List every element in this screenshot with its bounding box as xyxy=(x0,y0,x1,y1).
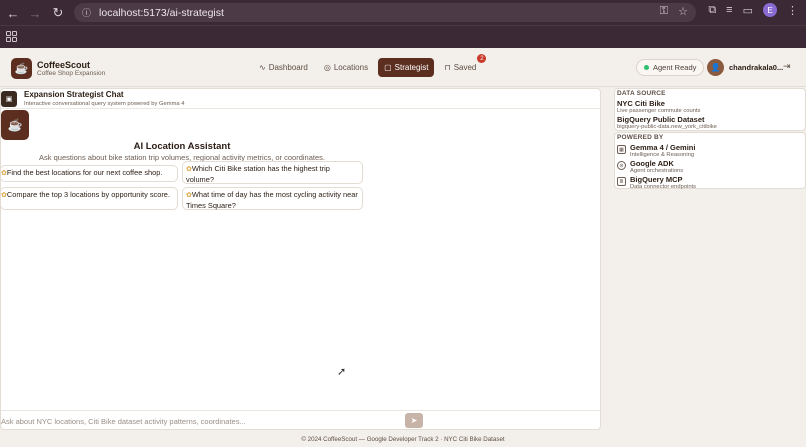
chat-subtitle: Interactive conversational query system … xyxy=(24,101,185,107)
chat-title: Expansion Strategist Chat xyxy=(24,90,124,99)
powered-item: ≣ BigQuery MCP Data connector endpoints xyxy=(617,175,696,190)
powered-by-title: POWERED BY xyxy=(617,134,664,141)
powered-item: ⊘ Google ADK Agent orchestrations xyxy=(617,159,683,174)
database-icon: ≣ xyxy=(617,177,626,186)
coffee-cup-logo-icon[interactable]: ☕ xyxy=(11,58,32,79)
chat-input[interactable] xyxy=(1,414,401,428)
bookmark-icon: ⊓ xyxy=(444,63,451,72)
forward-icon[interactable]: → xyxy=(24,2,46,24)
coffee-cup-icon: ☕ xyxy=(1,110,29,140)
assistant-title: AI Location Assistant xyxy=(133,141,231,152)
bot-icon: ▣ xyxy=(1,91,17,107)
nav-label: Locations xyxy=(333,63,369,72)
powered-by-card: POWERED BY ▦ Gemma 4 / Gemini Intelligen… xyxy=(614,132,806,190)
nav-label: Dashboard xyxy=(268,63,308,72)
agent-status-text: Agent Ready xyxy=(653,63,697,72)
source-subtitle: Live passenger commute counts xyxy=(617,108,701,114)
extensions-icon[interactable]: ⧉ xyxy=(708,4,716,17)
send-button[interactable]: ➤ xyxy=(405,413,423,428)
map-pin-icon: ◎ xyxy=(323,63,331,72)
powered-subtitle: Agent orchestrations xyxy=(630,168,684,174)
message-icon: ▢ xyxy=(384,63,392,72)
compass-icon: ⊘ xyxy=(617,161,626,170)
send-icon: ➤ xyxy=(410,416,418,425)
nav-strategist[interactable]: ▢ Strategist xyxy=(378,58,435,77)
chat-input-bar: ➤ xyxy=(1,410,600,430)
suggestion-chip[interactable]: ✿Which Citi Bike station has the highest… xyxy=(182,161,363,184)
main-nav: ∿ Dashboard ◎ Locations ▢ Strategist ⊓ S… xyxy=(253,54,487,77)
back-icon[interactable]: ← xyxy=(2,2,24,24)
activity-icon: ∿ xyxy=(259,63,266,72)
powered-item: ▦ Gemma 4 / Gemini Intelligence & Reason… xyxy=(617,143,695,158)
bookmark-star-icon[interactable]: ☆ xyxy=(678,5,688,18)
nav-label: Strategist xyxy=(394,63,429,72)
username[interactable]: chandrakala0... xyxy=(729,63,783,72)
suggestion-text: Compare the top 3 locations by opportuni… xyxy=(6,190,170,199)
powered-subtitle: Intelligence & Reasoning xyxy=(630,152,695,158)
site-info-icon[interactable]: ⓘ xyxy=(82,6,91,19)
chat-panel: ▣ Expansion Strategist Chat Interactive … xyxy=(0,88,601,430)
suggestion-text: What time of day has the most cycling ac… xyxy=(186,190,358,210)
status-dot-icon xyxy=(644,65,649,70)
brand-subtitle: Coffee Shop Expansion xyxy=(37,70,106,77)
bookmarks-bar xyxy=(0,25,806,48)
apps-grid-icon[interactable] xyxy=(6,31,17,42)
suggestion-chip[interactable]: ✿What time of day has the most cycling a… xyxy=(182,187,363,210)
powered-name: Google ADK xyxy=(630,159,674,168)
footer-text: © 2024 CoffeeScout — Google Developer Tr… xyxy=(301,436,505,443)
suggestion-text: Which Citi Bike station has the highest … xyxy=(186,164,330,184)
powered-subtitle: Data connector endpoints xyxy=(630,184,697,190)
reload-icon[interactable]: ↻ xyxy=(47,2,69,24)
menu-kebab-icon[interactable]: ⋮ xyxy=(787,4,798,17)
nav-label: Saved xyxy=(453,63,477,72)
chip-icon: ▦ xyxy=(617,145,626,154)
suggestion-text: Find the best locations for our next cof… xyxy=(6,168,163,177)
nav-saved[interactable]: ⊓ Saved 2 xyxy=(438,54,487,77)
chat-header: ▣ Expansion Strategist Chat Interactive … xyxy=(1,89,600,109)
source-subtitle: bigquery-public-data.new_york_citibike xyxy=(617,124,717,130)
suggestion-chip[interactable]: ✿Find the best locations for our next co… xyxy=(0,165,178,182)
app-header: ☕ CoffeeScout Coffee Shop Expansion ∿ Da… xyxy=(0,49,806,87)
agent-status-pill: Agent Ready xyxy=(636,59,705,76)
saved-count-badge: 2 xyxy=(477,54,487,63)
source-name: BigQuery Public Dataset xyxy=(617,115,705,124)
powered-name: Gemma 4 / Gemini xyxy=(630,143,696,152)
data-source-card: DATA SOURCE NYC Citi Bike Live passenger… xyxy=(614,88,806,131)
suggestion-chip[interactable]: ✿Compare the top 3 locations by opportun… xyxy=(0,187,178,210)
user-avatar[interactable]: 👤 xyxy=(707,59,724,76)
nav-locations[interactable]: ◎ Locations xyxy=(318,58,374,77)
brand-name[interactable]: CoffeeScout xyxy=(37,60,90,70)
data-source-title: DATA SOURCE xyxy=(617,90,666,97)
media-controls-icon[interactable]: ≡ xyxy=(726,4,732,16)
nav-dashboard[interactable]: ∿ Dashboard xyxy=(253,58,314,77)
powered-name: BigQuery MCP xyxy=(630,175,683,184)
url-text: localhost:5173/ai-strategist xyxy=(99,6,224,19)
tab-search-icon[interactable]: ▭ xyxy=(743,4,753,17)
password-key-icon[interactable]: ⚿ xyxy=(660,5,668,18)
profile-avatar[interactable]: E xyxy=(763,3,777,17)
source-name: NYC Citi Bike xyxy=(617,99,665,108)
address-bar[interactable]: ⓘ localhost:5173/ai-strategist ⚿ ☆ xyxy=(74,3,696,22)
browser-toolbar: ← → ↻ ⓘ localhost:5173/ai-strategist ⚿ ☆… xyxy=(0,0,806,25)
mouse-cursor-icon: ➚ xyxy=(337,366,347,378)
logout-icon[interactable]: ⇥ xyxy=(783,61,791,72)
